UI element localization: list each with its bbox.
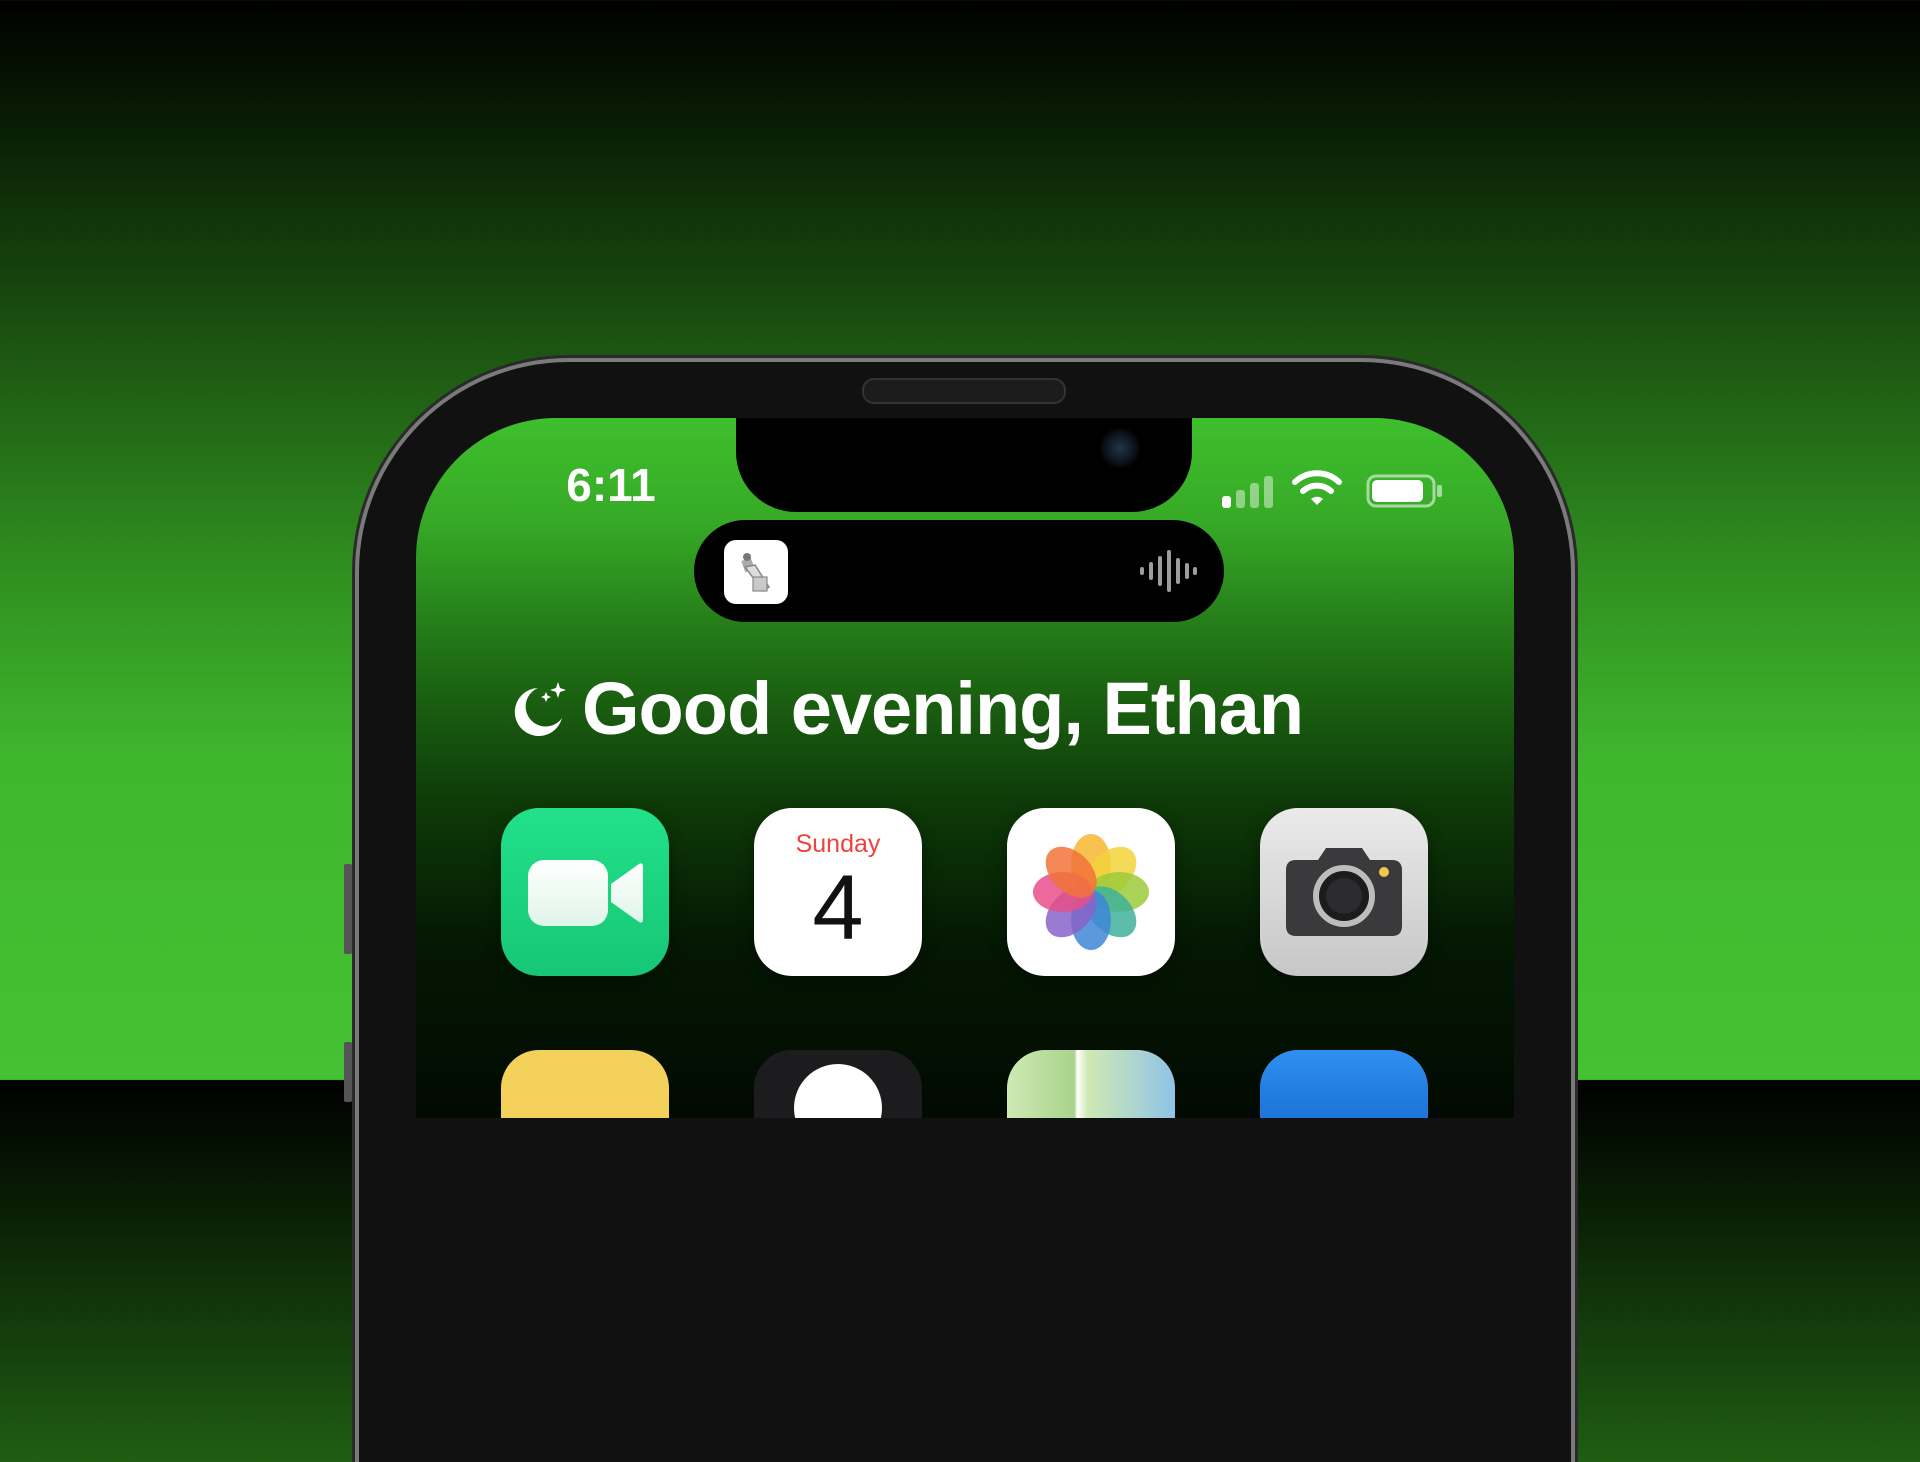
notch <box>736 418 1192 512</box>
calendar-app-icon[interactable]: Sunday 4 <box>754 808 922 976</box>
volume-button <box>344 1042 352 1102</box>
status-time: 6:11 <box>566 459 656 511</box>
notes-app-icon[interactable] <box>501 1050 669 1118</box>
facetime-app-icon[interactable] <box>501 808 669 976</box>
weather-app-icon[interactable] <box>1260 1050 1428 1118</box>
maps-app-icon[interactable] <box>1007 1050 1175 1118</box>
clock-app-icon[interactable] <box>754 1050 922 1118</box>
video-camera-icon <box>528 860 643 926</box>
cellular-signal-icon <box>1222 472 1276 508</box>
battery-icon <box>1366 474 1442 508</box>
dynamic-island[interactable] <box>694 520 1224 622</box>
waveform-icon <box>1140 550 1197 592</box>
camera-app-icon[interactable] <box>1260 808 1428 976</box>
earpiece-speaker <box>862 378 1066 404</box>
camera-icon <box>1286 848 1402 936</box>
greeting: Good evening, Ethan <box>508 666 1304 750</box>
photos-flower-icon <box>1033 834 1149 950</box>
calendar-day-label: Sunday <box>795 830 881 858</box>
calendar-date-number: 4 <box>812 857 864 959</box>
mute-switch <box>344 864 352 954</box>
wifi-icon <box>1292 470 1342 505</box>
photos-app-icon[interactable] <box>1007 808 1175 976</box>
moon-stars-icon <box>514 682 566 736</box>
greeting-text: Good evening, Ethan <box>582 666 1304 750</box>
front-camera-icon <box>1100 428 1140 468</box>
home-screen: 6:11 Good evening, Ethan Sunday 4 <box>416 418 1514 1118</box>
now-playing-app-icon[interactable] <box>724 540 788 604</box>
